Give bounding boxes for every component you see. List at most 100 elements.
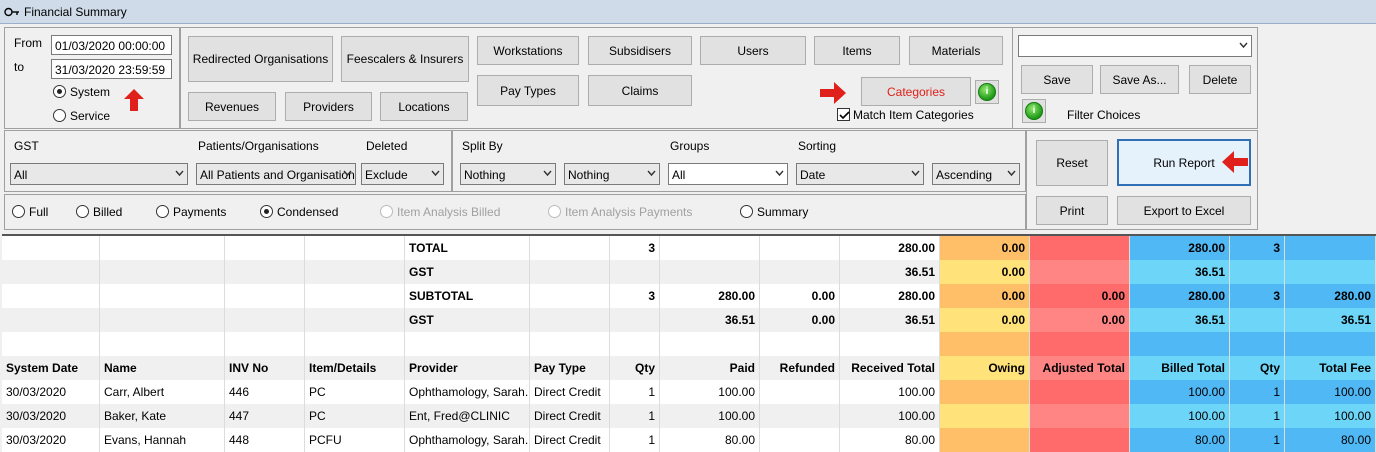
grid-cell — [610, 260, 660, 284]
users-button[interactable]: Users — [700, 36, 806, 65]
grid-cell — [940, 332, 1030, 356]
grid-cell: Total Fee — [1285, 356, 1376, 380]
grid-cell — [1130, 332, 1230, 356]
export-to-excel-button[interactable]: Export to Excel — [1117, 196, 1251, 225]
grid-cell: Provider — [405, 356, 530, 380]
save-button[interactable]: Save — [1021, 65, 1093, 94]
grid-cell: 80.00 — [840, 428, 940, 452]
gst-select-value: All — [14, 168, 28, 182]
payments-radio[interactable] — [156, 205, 169, 218]
sorting-select[interactable]: Date — [796, 163, 924, 185]
locations-button[interactable]: Locations — [380, 92, 468, 121]
grid-cell: 280.00 — [1285, 284, 1376, 308]
totals-row[interactable]: GST 36.51 0.00 36.51 0.00 0.00 36.51 36.51 — [2, 308, 1376, 332]
from-date-input[interactable]: 01/03/2020 00:00:00 — [51, 35, 172, 55]
system-radio[interactable] — [53, 85, 66, 98]
providers-button[interactable]: Providers — [285, 92, 372, 121]
grid-cell: 100.00 — [1130, 404, 1230, 428]
chevron-down-icon — [543, 170, 552, 177]
materials-button[interactable]: Materials — [909, 36, 1003, 65]
grid-cell: Pay Type — [530, 356, 610, 380]
grid-cell: SUBTOTAL — [405, 284, 530, 308]
groups-select[interactable]: All — [668, 163, 788, 185]
grid-cell: Owing — [940, 356, 1030, 380]
save-as-button[interactable]: Save As... — [1100, 65, 1179, 94]
grid-cell: Ent, Fred@CLINIC — [405, 404, 530, 428]
grid-cell: 3 — [610, 236, 660, 260]
item-analysis-payments-label: Item Analysis Payments — [565, 205, 693, 219]
to-date-input[interactable]: 31/03/2020 23:59:59 — [51, 59, 172, 79]
report-grid[interactable]: TOTAL 3 280.00 0.00 280.00 3 GST 36.51 0.00 36.51… — [2, 234, 1376, 452]
workstations-button[interactable]: Workstations — [477, 36, 579, 65]
table-row[interactable]: 30/03/2020 Carr, Albert 446 PC Ophthamology,… — [2, 380, 1376, 404]
grid-cell — [225, 332, 305, 356]
gst-select[interactable]: All — [10, 163, 188, 185]
table-row[interactable]: 30/03/2020 Evans, Hannah 448 PCFU Ophthamolo… — [2, 428, 1376, 452]
grid-cell — [530, 308, 610, 332]
totals-row[interactable] — [2, 332, 1376, 356]
grid-cell: Received Total — [840, 356, 940, 380]
table-row[interactable]: 30/03/2020 Baker, Kate 447 PC Ent, Fred@CLIN… — [2, 404, 1376, 428]
deleted-label: Deleted — [366, 139, 408, 153]
grid-cell: Qty — [1230, 356, 1285, 380]
claims-button[interactable]: Claims — [588, 75, 692, 106]
grid-cell: 0.00 — [1030, 308, 1130, 332]
gst-label: GST — [14, 139, 39, 153]
delete-button[interactable]: Delete — [1189, 65, 1251, 94]
totals-row[interactable]: GST 36.51 0.00 36.51 — [2, 260, 1376, 284]
patients-select-value: All Patients and Organisations — [200, 168, 356, 182]
categories-button[interactable]: Categories — [861, 77, 971, 106]
service-radio-label: Service — [70, 109, 111, 123]
grid-cell: Direct Credit — [530, 428, 610, 452]
saved-filter-select[interactable] — [1018, 35, 1252, 57]
grid-cell: 36.51 — [1130, 260, 1230, 284]
redirected-organisations-button[interactable]: Redirected Organisations — [188, 36, 333, 82]
pay-types-button[interactable]: Pay Types — [477, 75, 579, 106]
grid-cell — [2, 332, 100, 356]
filter-choices-info-button[interactable]: i — [1022, 99, 1046, 123]
grid-cell: Adjusted Total — [1030, 356, 1130, 380]
grid-cell: 100.00 — [660, 380, 760, 404]
deleted-select[interactable]: Exclude — [361, 163, 444, 185]
title-bar: Financial Summary — [0, 0, 1376, 24]
split-by-value-2: Nothing — [568, 168, 610, 182]
grid-cell — [225, 236, 305, 260]
grid-cell — [2, 284, 100, 308]
service-radio[interactable] — [53, 109, 66, 122]
grid-cell — [530, 332, 610, 356]
split-by-select-1[interactable]: Nothing — [460, 163, 556, 185]
grid-cell: 0.00 — [1030, 284, 1130, 308]
print-button[interactable]: Print — [1036, 196, 1108, 225]
column-header-row[interactable]: System Date Name INV No Item/Details Provide… — [2, 356, 1376, 380]
patients-select[interactable]: All Patients and Organisations — [196, 163, 356, 185]
feescalers-insurers-button[interactable]: Feescalers & Insurers — [341, 36, 469, 82]
match-item-categories-checkbox[interactable] — [837, 108, 850, 121]
items-button[interactable]: Items — [814, 36, 900, 65]
subsidisers-button[interactable]: Subsidisers — [588, 36, 692, 65]
grid-cell: 446 — [225, 380, 305, 404]
groups-label: Groups — [670, 139, 710, 153]
condensed-radio[interactable] — [260, 205, 273, 218]
grid-cell: Name — [100, 356, 225, 380]
grid-cell: 3 — [1230, 236, 1285, 260]
grid-cell: PC — [305, 404, 405, 428]
reset-button[interactable]: Reset — [1036, 140, 1108, 186]
revenues-button[interactable]: Revenues — [188, 92, 276, 121]
key-icon — [4, 7, 19, 17]
totals-row[interactable]: SUBTOTAL 3 280.00 0.00 280.00 0.00 0.00 280.00 3… — [2, 284, 1376, 308]
billed-radio[interactable] — [76, 205, 89, 218]
grid-cell: 280.00 — [840, 236, 940, 260]
totals-row[interactable]: TOTAL 3 280.00 0.00 280.00 3 — [2, 236, 1376, 260]
grid-cell: 280.00 — [840, 284, 940, 308]
grid-cell: 280.00 — [1130, 284, 1230, 308]
full-radio[interactable] — [12, 205, 25, 218]
chevron-down-icon — [175, 170, 184, 177]
item-analysis-billed-radio[interactable] — [380, 205, 393, 218]
sort-order-select[interactable]: Ascending — [932, 163, 1020, 185]
categories-info-button[interactable]: i — [975, 80, 999, 104]
split-by-select-2[interactable]: Nothing — [564, 163, 660, 185]
summary-radio[interactable] — [740, 205, 753, 218]
sorting-select-value: Date — [800, 168, 826, 182]
item-analysis-payments-radio[interactable] — [548, 205, 561, 218]
grid-cell: 0.00 — [940, 236, 1030, 260]
